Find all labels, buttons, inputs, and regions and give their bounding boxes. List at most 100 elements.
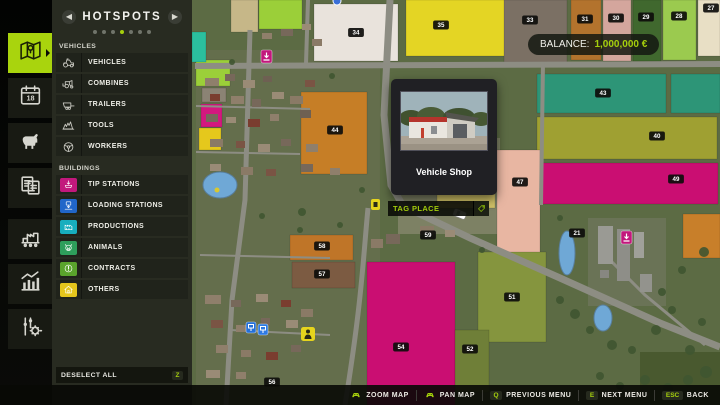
action-label: NEXT MENU <box>602 392 648 399</box>
sidebar-item-calendar[interactable]: 18 <box>8 78 52 118</box>
marker-tip-station[interactable] <box>261 50 272 63</box>
building <box>266 352 278 360</box>
deselect-all-label: DESELECT ALL <box>61 372 117 379</box>
field-number-badge: 34 <box>348 28 364 37</box>
field-number-badge: 49 <box>668 175 684 184</box>
page-right-arrow-icon[interactable]: ▶ <box>168 10 182 24</box>
key-hint-esc: ESC <box>662 391 682 400</box>
svg-text:35: 35 <box>438 22 445 29</box>
building <box>286 320 298 328</box>
field-number-badge: 27 <box>703 4 719 13</box>
combine-icon <box>56 74 82 93</box>
hotspot-item-contracts[interactable]: CONTRACTS <box>56 259 188 278</box>
building <box>281 29 293 36</box>
action-next-menu[interactable]: ENEXT MENU <box>579 391 654 400</box>
hotspot-item-combines[interactable]: COMBINES <box>56 74 188 93</box>
pond <box>559 231 575 275</box>
tag-place-button[interactable] <box>473 201 489 216</box>
svg-text:58: 58 <box>319 243 326 250</box>
marker-poi[interactable] <box>371 199 380 210</box>
page-dot <box>102 30 106 34</box>
tree <box>685 345 695 355</box>
hotspot-item-trailers[interactable]: TRAILERS <box>56 95 188 114</box>
building <box>241 167 253 175</box>
balance-value: 1,000,000 € <box>594 39 647 50</box>
hotspot-item-productions[interactable]: PRODUCTIONS <box>56 217 188 236</box>
tree <box>479 247 485 253</box>
tree <box>556 296 564 304</box>
svg-text:18: 18 <box>26 94 34 103</box>
building <box>252 99 261 107</box>
field-number-badge: 59 <box>420 231 436 240</box>
building <box>640 274 652 292</box>
building <box>256 294 268 302</box>
tree <box>337 222 343 228</box>
deselect-all-button[interactable]: DESELECT ALL Z <box>56 367 188 383</box>
building <box>226 117 236 123</box>
hotspot-tooltip: Vehicle Shop <box>391 79 497 195</box>
action-zoom-map[interactable]: ZOOM MAP <box>343 389 416 401</box>
marker-loading-station[interactable] <box>258 324 268 335</box>
action-previous-menu[interactable]: QPREVIOUS MENU <box>483 391 578 400</box>
hotspot-item-tip-stations[interactable]: TIP STATIONS <box>56 175 188 194</box>
svg-text:57: 57 <box>319 271 326 278</box>
gamepad-icon <box>424 389 436 401</box>
building <box>305 80 315 87</box>
sidebar-item-settings[interactable] <box>8 309 52 349</box>
building <box>216 345 228 353</box>
svg-text:27: 27 <box>708 5 715 12</box>
map-field-49 <box>537 163 718 204</box>
panel-title: HOTSPOTS <box>82 11 161 23</box>
tag-place-bar: TAG PLACE <box>388 201 489 216</box>
others-icon <box>56 280 82 299</box>
page-dot-active <box>120 30 124 34</box>
sidebar-item-production-chains[interactable] <box>8 219 52 259</box>
page-left-arrow-icon[interactable]: ◀ <box>62 10 76 24</box>
field-number-badge: 30 <box>608 14 624 23</box>
tree <box>259 213 265 219</box>
tree <box>329 73 335 79</box>
building <box>241 350 251 357</box>
marker-dot[interactable] <box>333 0 341 5</box>
action-back[interactable]: ESCBACK <box>655 391 716 400</box>
loading-station-icon <box>56 196 82 215</box>
hotspot-item-workers[interactable]: WORKERS <box>56 137 188 156</box>
building <box>210 94 220 101</box>
hotspot-title: Vehicle Shop <box>391 167 497 177</box>
action-pan-map[interactable]: PAN MAP <box>417 389 482 401</box>
map-field <box>231 0 258 32</box>
marker-loading-station[interactable] <box>246 322 256 333</box>
building <box>210 164 221 171</box>
tree <box>700 366 712 378</box>
building <box>243 80 255 88</box>
calendar-icon: 18 <box>18 83 43 113</box>
hotspot-item-label: PRODUCTIONS <box>88 223 144 230</box>
building <box>302 24 311 30</box>
sidebar-item-contracts-documents[interactable] <box>8 168 52 208</box>
hotspot-item-label: CONTRACTS <box>88 265 136 272</box>
marker-tip-station[interactable] <box>621 231 632 244</box>
building <box>270 114 279 121</box>
hotspot-item-animals[interactable]: ANIMALS <box>56 238 188 257</box>
building <box>236 372 246 379</box>
marker-person[interactable] <box>301 327 315 341</box>
field-number-badge: 28 <box>671 12 687 21</box>
building <box>210 139 223 147</box>
hotspot-item-tools[interactable]: TOOLS <box>56 116 188 135</box>
svg-text:54: 54 <box>398 344 405 351</box>
sidebar-item-animals[interactable] <box>8 123 52 163</box>
map-icon <box>18 38 43 68</box>
field-number-badge: 21 <box>569 229 585 238</box>
hotspot-item-label: TOOLS <box>88 122 114 129</box>
hotspot-item-others[interactable]: OTHERS <box>56 280 188 299</box>
building <box>231 96 244 104</box>
marker-dot-small[interactable] <box>215 188 220 193</box>
tools-icon <box>56 116 82 135</box>
hotspot-item-loading-stations[interactable]: LOADING STATIONS <box>56 196 188 215</box>
hotspot-item-vehicles[interactable]: VEHICLES <box>56 53 188 72</box>
building <box>206 370 220 378</box>
hotspot-item-label: WORKERS <box>88 143 127 150</box>
sidebar-item-statistics[interactable] <box>8 264 52 304</box>
building <box>598 226 613 264</box>
sidebar-item-map[interactable] <box>8 33 52 73</box>
